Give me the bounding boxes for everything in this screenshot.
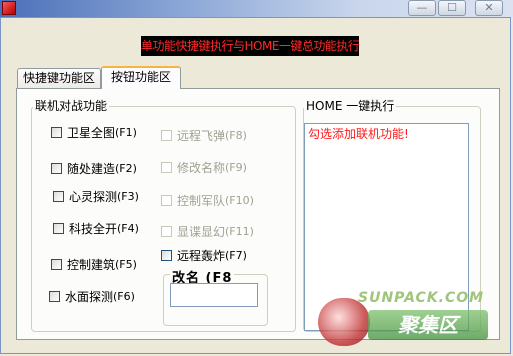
rename-input[interactable] bbox=[170, 283, 258, 307]
checkbox-key: (F3) bbox=[117, 190, 139, 203]
app-icon[interactable] bbox=[2, 1, 16, 15]
rename-checkbox[interactable]: 修改名称 (F9) bbox=[161, 159, 247, 176]
checkbox-label: 显谍显幻 bbox=[177, 225, 226, 239]
watermark: SUNPACK.COM 聚集区 bbox=[318, 290, 508, 350]
checkbox-key: (F2) bbox=[115, 162, 137, 175]
checkbox-box[interactable] bbox=[49, 291, 60, 302]
tab-quick-keys[interactable]: 快捷键功能区 bbox=[17, 68, 101, 88]
title-bar: — ☐ ✕ bbox=[0, 0, 513, 17]
checkbox-box[interactable] bbox=[51, 127, 62, 138]
exec-message: 勾选添加联机功能! bbox=[308, 127, 409, 141]
checkbox-label: 控制军队 bbox=[177, 194, 226, 208]
checkbox-label: 随处建造 bbox=[67, 162, 116, 176]
checkbox-key: (F9) bbox=[225, 161, 247, 174]
satellite-map-checkbox[interactable]: 卫星全图 (F1) bbox=[51, 124, 137, 141]
checkbox-box[interactable] bbox=[161, 162, 172, 173]
checkbox-key: (F11) bbox=[225, 225, 254, 238]
checkbox-key: (F6) bbox=[113, 290, 135, 303]
remote-missile-checkbox[interactable]: 远程飞弹 (F8) bbox=[161, 127, 247, 144]
minimize-button[interactable]: — bbox=[408, 0, 436, 16]
water-detect-checkbox[interactable]: 水面探测 (F6) bbox=[49, 288, 135, 305]
remote-bomb-checkbox[interactable]: 远程轰炸 (F7) bbox=[161, 247, 247, 264]
checkbox-label: 远程轰炸 bbox=[177, 249, 226, 263]
close-button[interactable]: ✕ bbox=[475, 0, 503, 16]
checkbox-box[interactable] bbox=[161, 250, 172, 261]
checkbox-box[interactable] bbox=[51, 163, 62, 174]
control-army-checkbox[interactable]: 控制军队 (F10) bbox=[161, 192, 254, 209]
banner-label: 单功能快捷键执行与HOME一键总功能执行 bbox=[141, 36, 360, 56]
psychic-detect-checkbox[interactable]: 心灵探测 (F3) bbox=[53, 188, 139, 205]
build-anywhere-checkbox[interactable]: 随处建造 (F2) bbox=[51, 160, 137, 177]
control-building-checkbox[interactable]: 控制建筑 (F5) bbox=[51, 256, 137, 273]
home-exec-group-title: HOME 一键执行 bbox=[304, 97, 397, 114]
checkbox-label: 心灵探测 bbox=[69, 190, 118, 204]
checkbox-label: 远程飞弹 bbox=[177, 129, 226, 143]
checkbox-label: 控制建筑 bbox=[67, 258, 116, 272]
checkbox-box[interactable] bbox=[53, 223, 64, 234]
checkbox-label: 科技全开 bbox=[69, 222, 118, 236]
checkbox-key: (F1) bbox=[115, 126, 137, 139]
checkbox-key: (F7) bbox=[225, 249, 247, 262]
maximize-button[interactable]: ☐ bbox=[438, 0, 466, 16]
checkbox-box[interactable] bbox=[161, 226, 172, 237]
checkbox-label: 水面探测 bbox=[65, 290, 114, 304]
checkbox-box[interactable] bbox=[53, 191, 64, 202]
checkbox-label: 修改名称 bbox=[177, 161, 226, 175]
online-battle-group-title: 联机对战功能 bbox=[33, 97, 110, 114]
checkbox-box[interactable] bbox=[161, 130, 172, 141]
checkbox-key: (F8) bbox=[225, 129, 247, 142]
checkbox-box[interactable] bbox=[51, 259, 62, 270]
checkbox-key: (F4) bbox=[117, 222, 139, 235]
checkbox-label: 卫星全图 bbox=[67, 126, 116, 140]
watermark-bottom-text: 聚集区 bbox=[368, 310, 488, 340]
tech-unlock-checkbox[interactable]: 科技全开 (F4) bbox=[53, 220, 139, 237]
checkbox-key: (F5) bbox=[115, 258, 137, 271]
watermark-top-text: SUNPACK.COM bbox=[358, 290, 485, 306]
tab-button-functions[interactable]: 按钮功能区 bbox=[101, 66, 181, 89]
reveal-spy-checkbox[interactable]: 显谍显幻 (F11) bbox=[161, 223, 254, 240]
checkbox-box[interactable] bbox=[161, 195, 172, 206]
checkbox-key: (F10) bbox=[225, 194, 254, 207]
